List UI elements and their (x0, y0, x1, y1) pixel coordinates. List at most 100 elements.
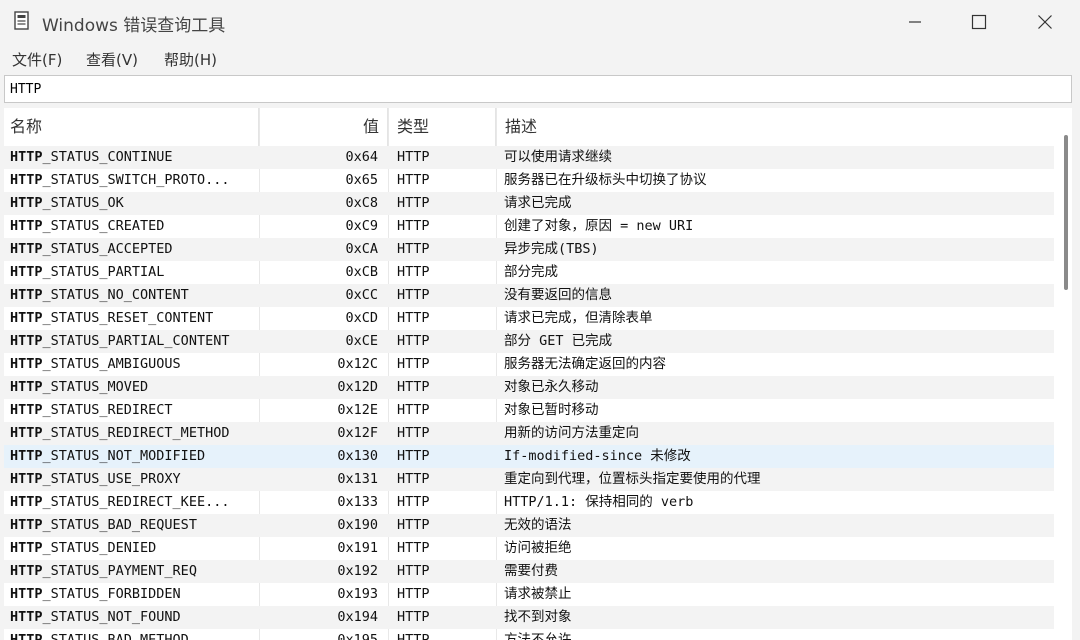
list-item-type: HTTP (397, 172, 430, 188)
list-item-name: HTTP_STATUS_NOT_FOUND (10, 606, 254, 629)
list-item-name: HTTP_STATUS_REDIRECT (10, 399, 254, 422)
list-item[interactable]: HTTP_STATUS_NOT_FOUND 0x194 HTTP 找不到对象 (4, 606, 1054, 629)
list-item-name-rest: _STATUS_BAD_REQUEST (42, 517, 197, 533)
list-item-name: HTTP_STATUS_CONTINUE (10, 146, 254, 169)
column-header-value[interactable]: 值 (259, 108, 388, 146)
list-item-name-rest: _STATUS_MOVED (42, 379, 149, 395)
list-item-type: HTTP (397, 425, 430, 441)
list-item-type: HTTP (397, 517, 430, 533)
column-header-name[interactable]: 名称 (4, 108, 259, 146)
list-item-value: 0x194 (337, 609, 378, 625)
list-item[interactable]: HTTP_STATUS_PAYMENT_REQ 0x192 HTTP 需要付费 (4, 560, 1054, 583)
search-match-highlight: HTTP (10, 517, 43, 533)
search-input[interactable] (5, 76, 1071, 102)
list-item[interactable]: HTTP_STATUS_OK 0xC8 HTTP 请求已完成 (4, 192, 1054, 215)
list-item[interactable]: HTTP_STATUS_FORBIDDEN 0x193 HTTP 请求被禁止 (4, 583, 1054, 606)
list-item[interactable]: HTTP_STATUS_NO_CONTENT 0xCC HTTP 没有要返回的信息 (4, 284, 1054, 307)
list-item-name: HTTP_STATUS_MOVED (10, 376, 254, 399)
list-item-type: HTTP (397, 264, 430, 280)
list-item[interactable]: HTTP_STATUS_PARTIAL_CONTENT 0xCE HTTP 部分 GE… (4, 330, 1054, 353)
search-box (4, 75, 1072, 103)
list-item-value: 0xCC (345, 287, 378, 303)
list-item-type: HTTP (397, 333, 430, 349)
list-item-name: HTTP_STATUS_FORBIDDEN (10, 583, 254, 606)
list-item[interactable]: HTTP_STATUS_CONTINUE 0x64 HTTP 可以使用请求继续 (4, 146, 1054, 169)
list-item-name-rest: _STATUS_REDIRECT_KEE... (42, 494, 230, 510)
list-item[interactable]: HTTP_STATUS_CREATED 0xC9 HTTP 创建了对象，原因 = ne… (4, 215, 1054, 238)
minimize-button[interactable] (882, 0, 948, 44)
list-item[interactable]: HTTP_STATUS_ACCEPTED 0xCA HTTP 异步完成(TBS) (4, 238, 1054, 261)
list-item-name: HTTP_STATUS_DENIED (10, 537, 254, 560)
list-item-name-rest: _STATUS_SWITCH_PROTO... (42, 172, 230, 188)
list-item-value: 0x12E (337, 402, 378, 418)
list-item[interactable]: HTTP_STATUS_REDIRECT_KEE... 0x133 HTTP HTTP… (4, 491, 1054, 514)
list-item[interactable]: HTTP_STATUS_USE_PROXY 0x131 HTTP 重定向到代理，位置标… (4, 468, 1054, 491)
list-item-name: HTTP_STATUS_PAYMENT_REQ (10, 560, 254, 583)
list-item-value: 0x12D (337, 379, 378, 395)
menu-view[interactable]: 查看(V) (86, 49, 138, 70)
search-match-highlight: HTTP (10, 287, 43, 303)
list-item[interactable]: HTTP_STATUS_AMBIGUOUS 0x12C HTTP 服务器无法确定返回的… (4, 353, 1054, 376)
list-header: 名称 值 类型 描述 (4, 108, 1072, 146)
list-item-description: HTTP/1.1: 保持相同的 verb (504, 494, 694, 510)
list-item-description: 服务器已在升级标头中切换了协议 (504, 172, 707, 188)
list-item[interactable]: HTTP_STATUS_MOVED 0x12D HTTP 对象已永久移动 (4, 376, 1054, 399)
list-item-name-rest: _STATUS_DENIED (42, 540, 157, 556)
search-match-highlight: HTTP (10, 471, 43, 487)
close-button[interactable] (1012, 0, 1078, 44)
list-item[interactable]: HTTP_STATUS_BAD_REQUEST 0x190 HTTP 无效的语法 (4, 514, 1054, 537)
list-item-name-rest: _STATUS_RESET_CONTENT (42, 310, 214, 326)
list-item-description: 请求已完成，但清除表单 (504, 310, 653, 326)
search-match-highlight: HTTP (10, 563, 43, 579)
list-item-name: HTTP_STATUS_SWITCH_PROTO... (10, 169, 254, 192)
close-icon (1038, 15, 1052, 29)
column-header-type[interactable]: 类型 (388, 108, 496, 146)
list-item-name: HTTP_STATUS_ACCEPTED (10, 238, 254, 261)
list-item-value: 0x131 (337, 471, 378, 487)
list-item[interactable]: HTTP_STATUS_REDIRECT_METHOD 0x12F HTTP 用新的访… (4, 422, 1054, 445)
list-item[interactable]: HTTP_STATUS_REDIRECT 0x12E HTTP 对象已暂时移动 (4, 399, 1054, 422)
list-item-name: HTTP_STATUS_OK (10, 192, 254, 215)
list-item-name: HTTP_STATUS_NO_CONTENT (10, 284, 254, 307)
list-item[interactable]: HTTP_STATUS_SWITCH_PROTO... 0x65 HTTP 服务器已在… (4, 169, 1054, 192)
column-header-description[interactable]: 描述 (496, 108, 1056, 146)
search-match-highlight: HTTP (10, 494, 43, 510)
list-item-description: 没有要返回的信息 (504, 287, 612, 303)
list-item-type: HTTP (397, 563, 430, 579)
list-item-type: HTTP (397, 195, 430, 211)
search-match-highlight: HTTP (10, 310, 43, 326)
search-match-highlight: HTTP (10, 540, 43, 556)
list-item-description: 请求被禁止 (504, 586, 572, 602)
list-item-value: 0x191 (337, 540, 378, 556)
list-item-description: 需要付费 (504, 563, 558, 579)
list-item-type: HTTP (397, 540, 430, 556)
list-item-type: HTTP (397, 379, 430, 395)
menu-help[interactable]: 帮助(H) (164, 49, 217, 70)
list-item-description: 重定向到代理，位置标头指定要使用的代理 (504, 471, 761, 487)
list-item-name-rest: _STATUS_OK (42, 195, 124, 211)
list-item-name: HTTP_STATUS_BAD_REQUEST (10, 514, 254, 537)
list-item-name-rest: _STATUS_AMBIGUOUS (42, 356, 181, 372)
list-item[interactable]: HTTP_STATUS_DENIED 0x191 HTTP 访问被拒绝 (4, 537, 1054, 560)
list-item-description: 无效的语法 (504, 517, 572, 533)
list-item-type: HTTP (397, 609, 430, 625)
list-item[interactable]: HTTP_STATUS_NOT_MODIFIED 0x130 HTTP If-modi… (4, 445, 1054, 468)
list-item-type: HTTP (397, 218, 430, 234)
list-item[interactable]: HTTP_STATUS_PARTIAL 0xCB HTTP 部分完成 (4, 261, 1054, 284)
list-item-description: 找不到对象 (504, 609, 572, 625)
list-item[interactable]: HTTP_STATUS_BAD_METHOD 0x195 HTTP 方法不允许 (4, 629, 1054, 640)
list-item-name-rest: _STATUS_USE_PROXY (42, 471, 181, 487)
list-item-value: 0x133 (337, 494, 378, 510)
maximize-button[interactable] (946, 0, 1012, 44)
list-item[interactable]: HTTP_STATUS_RESET_CONTENT 0xCD HTTP 请求已完成，但… (4, 307, 1054, 330)
list-item-name-rest: _STATUS_NOT_MODIFIED (42, 448, 206, 464)
list-item-value: 0xCA (345, 241, 378, 257)
scrollbar-thumb[interactable] (1064, 135, 1068, 290)
search-match-highlight: HTTP (10, 356, 43, 372)
menu-file[interactable]: 文件(F) (12, 49, 62, 70)
list-item-name-rest: _STATUS_PARTIAL (42, 264, 165, 280)
search-match-highlight: HTTP (10, 632, 43, 640)
list-item-name: HTTP_STATUS_PARTIAL (10, 261, 254, 284)
list-item-value: 0xC8 (345, 195, 378, 211)
list-item-name: HTTP_STATUS_CREATED (10, 215, 254, 238)
